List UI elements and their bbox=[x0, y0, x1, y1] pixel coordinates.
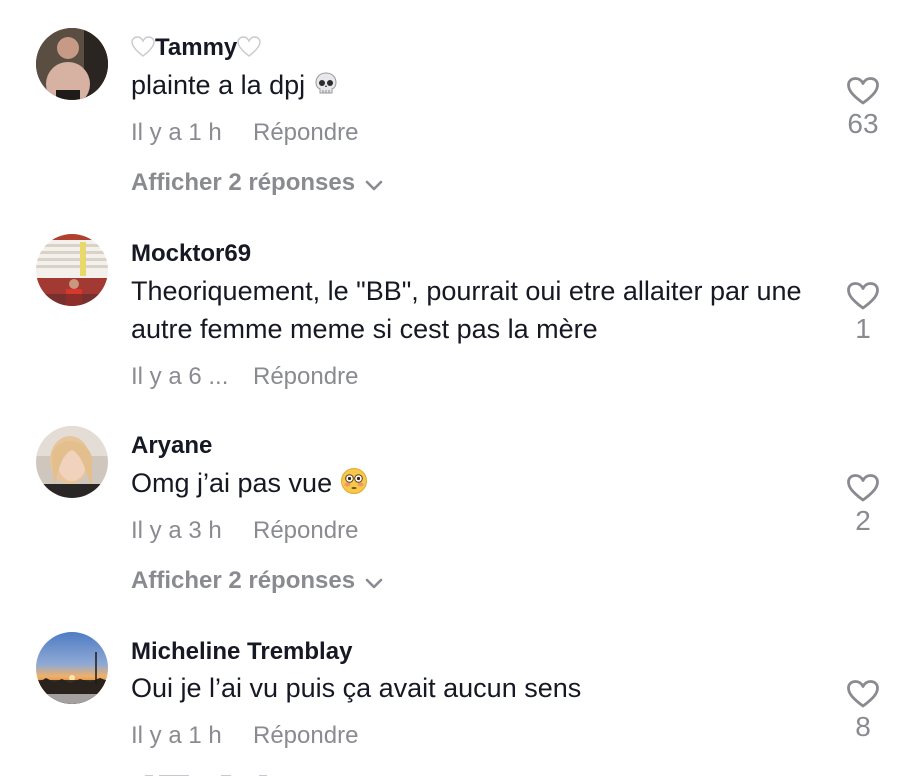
white-heart-icon bbox=[237, 36, 261, 57]
like-count: 1 bbox=[855, 313, 871, 344]
comment-time: Il y a 1 h bbox=[131, 119, 222, 146]
avatar-image bbox=[36, 632, 108, 704]
comment-meta: Il y a 6 ... Répondre bbox=[131, 363, 358, 391]
heart-outline-icon bbox=[847, 77, 879, 105]
heart-outline-icon bbox=[847, 282, 879, 310]
chevron-down-icon bbox=[365, 578, 383, 589]
comment-time: Il y a 3 h bbox=[131, 517, 222, 544]
like-button[interactable]: 2 bbox=[830, 473, 896, 537]
comment-username[interactable]: Mocktor69 bbox=[131, 240, 251, 268]
comment-text-container: plainte a la dpj bbox=[131, 66, 831, 107]
like-button[interactable]: 8 bbox=[830, 679, 896, 743]
reply-button[interactable]: Répondre bbox=[253, 363, 358, 391]
cropped-text-fragment bbox=[145, 775, 267, 776]
like-button[interactable]: 1 bbox=[830, 281, 896, 345]
reply-button[interactable]: Répondre bbox=[253, 517, 358, 545]
chevron-down-icon bbox=[365, 180, 383, 191]
avatar-image bbox=[36, 234, 108, 306]
flushed-face-emoji-icon bbox=[340, 467, 368, 505]
comment-text: Omg j’ai pas vue bbox=[131, 468, 333, 498]
comment-username[interactable]: Tammy bbox=[131, 34, 261, 62]
comment-username[interactable]: Aryane bbox=[131, 432, 212, 460]
avatar-image bbox=[36, 28, 108, 100]
comment-meta: Il y a 3 h Répondre bbox=[131, 517, 358, 545]
avatar-image bbox=[36, 426, 108, 498]
comment-text: Theoriquement, le "BB", pourrait oui etr… bbox=[131, 276, 802, 344]
heart-outline-icon bbox=[847, 680, 879, 708]
show-replies-button[interactable]: Afficher 2 réponses bbox=[131, 169, 383, 197]
white-heart-icon bbox=[131, 36, 155, 57]
heart-outline-icon bbox=[847, 474, 879, 502]
show-replies-label: Afficher 2 réponses bbox=[131, 567, 356, 594]
comment-meta: Il y a 1 h Répondre bbox=[131, 119, 358, 147]
next-item-partial bbox=[131, 766, 291, 776]
comment-username[interactable]: Micheline Tremblay bbox=[131, 638, 352, 666]
username-text: Tammy bbox=[155, 34, 238, 61]
reply-button[interactable]: Répondre bbox=[253, 119, 358, 147]
comment-time: Il y a 6 ... bbox=[131, 363, 229, 390]
like-count: 2 bbox=[855, 505, 871, 536]
comment-text-container: Omg j’ai pas vue bbox=[131, 464, 831, 505]
like-button[interactable]: 63 bbox=[830, 76, 896, 140]
avatar[interactable] bbox=[36, 632, 108, 704]
avatar[interactable] bbox=[36, 234, 108, 306]
avatar[interactable] bbox=[36, 426, 108, 498]
like-count: 8 bbox=[855, 711, 871, 742]
skull-emoji-icon bbox=[313, 69, 339, 107]
comment-text: Oui je l’ai vu puis ça avait aucun sens bbox=[131, 673, 582, 703]
like-count: 63 bbox=[847, 108, 879, 139]
reply-button[interactable]: Répondre bbox=[253, 722, 358, 750]
show-replies-label: Afficher 2 réponses bbox=[131, 169, 356, 196]
comment-time: Il y a 1 h bbox=[131, 722, 222, 749]
avatar[interactable] bbox=[36, 28, 108, 100]
show-replies-button[interactable]: Afficher 2 réponses bbox=[131, 567, 383, 595]
comment-meta: Il y a 1 h Répondre bbox=[131, 722, 358, 750]
comment-text: plainte a la dpj bbox=[131, 70, 306, 100]
